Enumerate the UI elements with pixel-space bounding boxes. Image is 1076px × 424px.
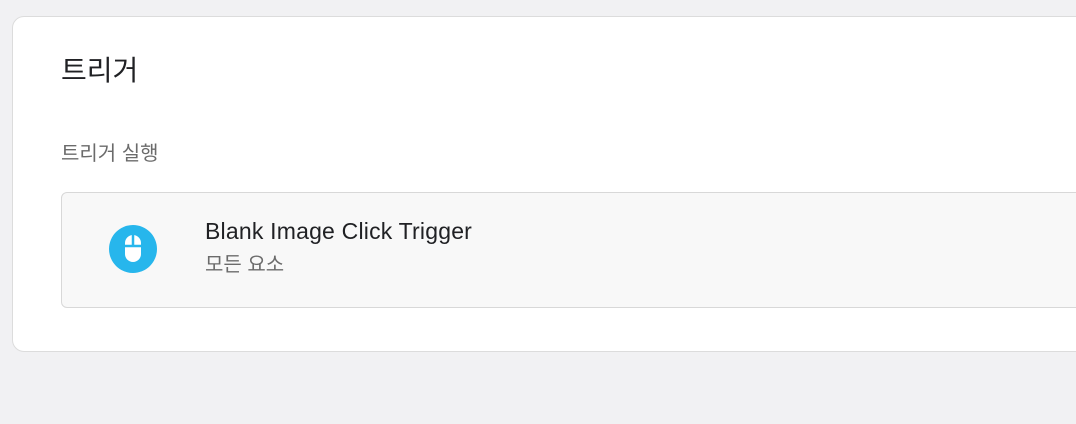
- section-label: 트리거 실행: [61, 143, 159, 165]
- trigger-scope: 모든 요소: [205, 254, 285, 276]
- triggering-card: 트리거 트리거 실행 Blank Image Click Trigger 모든 …: [12, 16, 1076, 352]
- mouse-icon: [109, 225, 157, 273]
- card-title: 트리거: [61, 55, 139, 86]
- trigger-item[interactable]: Blank Image Click Trigger 모든 요소: [61, 192, 1076, 308]
- trigger-name: Blank Image Click Trigger: [205, 218, 473, 244]
